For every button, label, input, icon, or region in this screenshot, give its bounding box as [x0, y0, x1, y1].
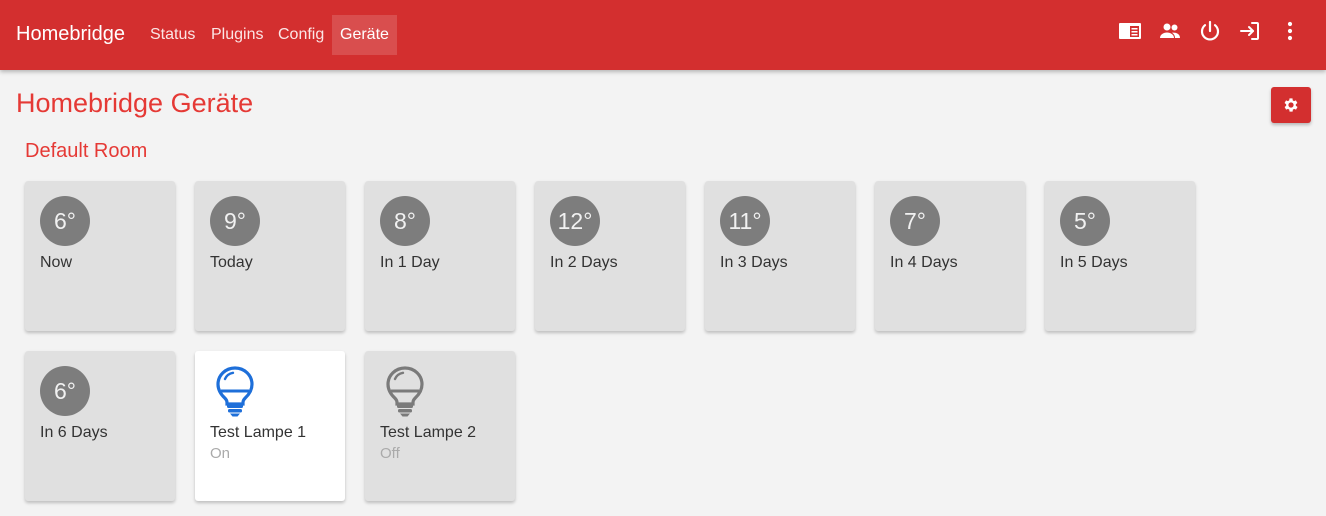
tile-label: In 2 Days	[550, 254, 618, 271]
weather-tile-today[interactable]: 9° Today	[195, 181, 345, 331]
gear-icon	[1284, 98, 1298, 112]
lamp-label: Test Lampe 2	[380, 424, 477, 441]
lightbulb-icon	[216, 366, 254, 417]
weather-tile-day-3[interactable]: 11° In 3 Days	[705, 181, 855, 331]
lamp-label: Test Lampe 1	[210, 424, 307, 441]
tile-label: In 5 Days	[1060, 254, 1128, 271]
tile-label: Now	[40, 254, 73, 271]
temperature-badge: 5°	[1060, 196, 1110, 246]
settings-button[interactable]	[1271, 87, 1311, 123]
layout-icon[interactable]	[1118, 19, 1142, 43]
nav-item-geraete[interactable]: Geräte	[332, 15, 397, 55]
tile-label: In 1 Day	[380, 254, 440, 271]
weather-tile-day-4[interactable]: 7° In 4 Days	[875, 181, 1025, 331]
logout-icon[interactable]	[1238, 19, 1262, 43]
temperature-badge: 6°	[40, 196, 90, 246]
weather-tile-now[interactable]: 6° Now	[25, 181, 175, 331]
weather-tile-day-6[interactable]: 6° In 6 Days	[25, 351, 175, 501]
temperature-badge: 6°	[40, 366, 90, 416]
lamp-state: Off	[380, 445, 400, 462]
temperature-badge: 9°	[210, 196, 260, 246]
top-navbar: Homebridge Status Plugins Config Geräte	[0, 0, 1326, 70]
users-icon[interactable]	[1158, 19, 1182, 43]
temperature-badge: 11°	[720, 196, 770, 246]
nav-item-plugins[interactable]: Plugins	[203, 15, 271, 55]
power-icon[interactable]	[1198, 19, 1222, 43]
lamp-tile-test-lampe-1[interactable]: Test Lampe 1 On	[195, 351, 345, 501]
tile-label: In 6 Days	[40, 424, 108, 441]
tile-label: Today	[210, 254, 253, 271]
weather-tile-day-2[interactable]: 12° In 2 Days	[535, 181, 685, 331]
room-title: Default Room	[25, 140, 148, 162]
tile-label: In 4 Days	[890, 254, 958, 271]
temperature-badge: 7°	[890, 196, 940, 246]
lamp-tile-test-lampe-2[interactable]: Test Lampe 2 Off	[365, 351, 515, 501]
lightbulb-icon	[386, 366, 424, 417]
nav-item-config[interactable]: Config	[270, 15, 332, 55]
lamp-state: On	[210, 445, 231, 462]
nav-item-status[interactable]: Status	[142, 15, 203, 55]
more-vert-icon[interactable]	[1278, 19, 1302, 43]
tile-label: In 3 Days	[720, 254, 788, 271]
temperature-badge: 12°	[550, 196, 600, 246]
weather-tile-day-5[interactable]: 5° In 5 Days	[1045, 181, 1195, 331]
page-title: Homebridge Geräte	[16, 88, 254, 118]
brand-title[interactable]: Homebridge	[16, 23, 125, 46]
temperature-badge: 8°	[380, 196, 430, 246]
weather-tile-day-1[interactable]: 8° In 1 Day	[365, 181, 515, 331]
